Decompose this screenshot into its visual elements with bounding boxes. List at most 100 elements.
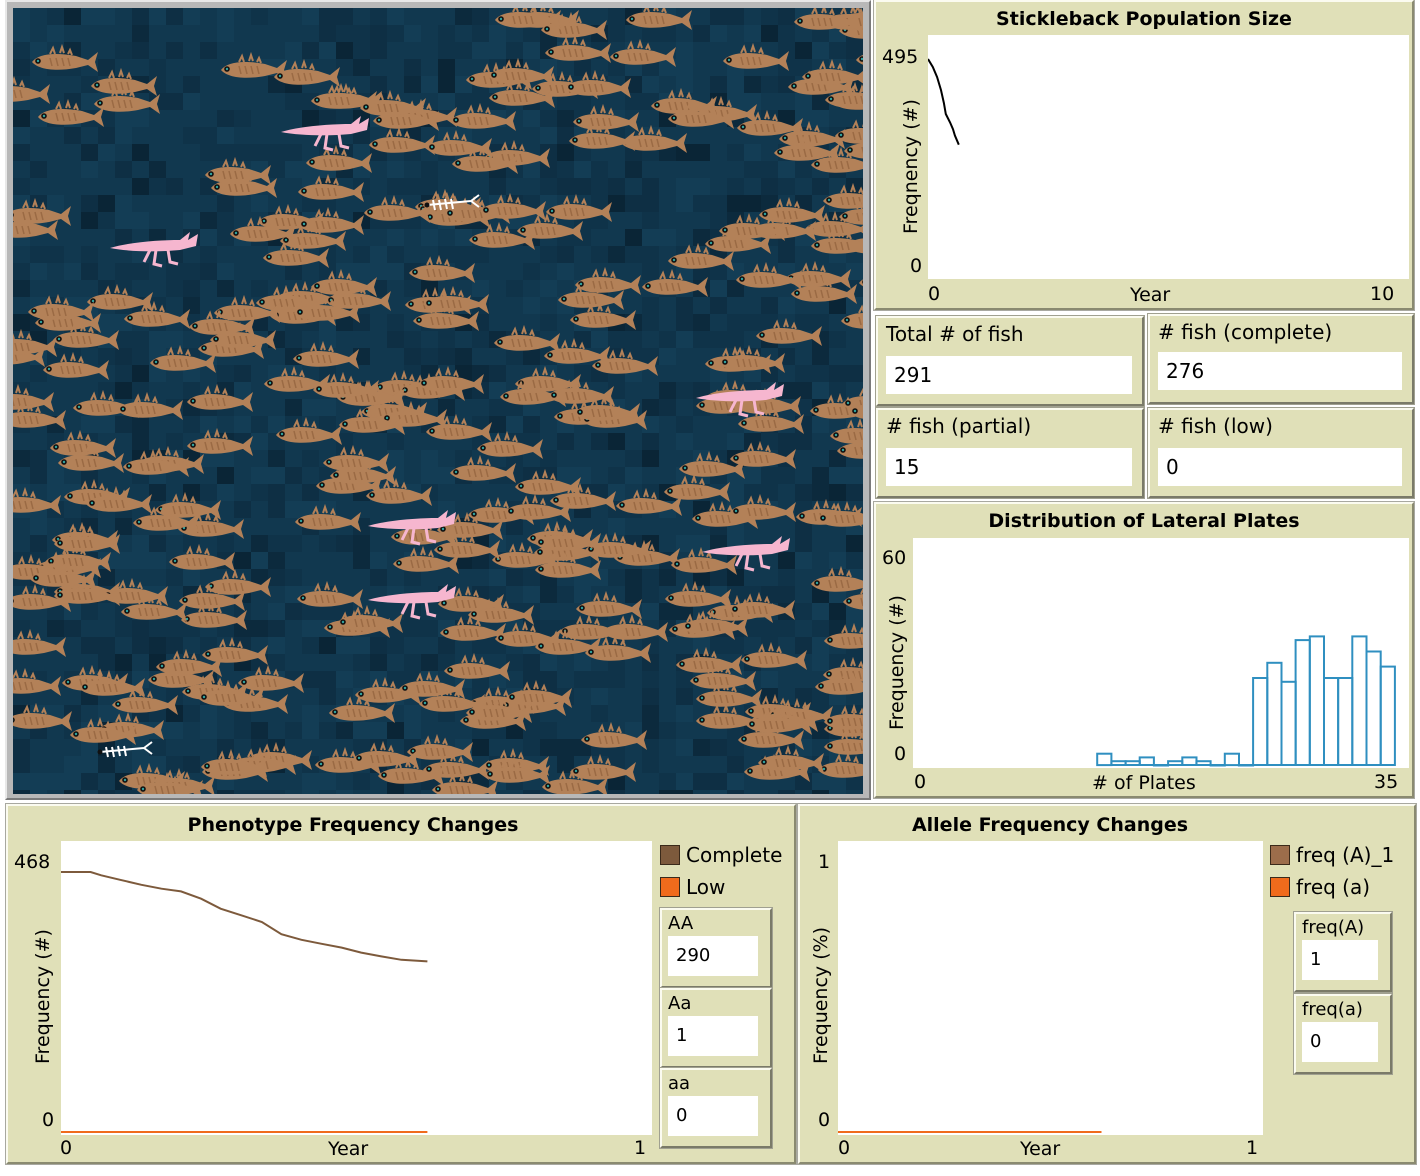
plot-title: Stickleback Population Size <box>996 8 1292 30</box>
world-view[interactable] <box>13 8 863 794</box>
histogram-bar <box>1209 764 1226 767</box>
monitor-value: 15 <box>886 448 1132 486</box>
monitor-fish-partial: # fish (partial) 15 <box>876 408 1144 498</box>
histogram-bar <box>1379 665 1396 767</box>
x-tick-min: 0 <box>914 771 927 793</box>
plates-histogram: Distribution of Lateral Plates 60 0 0 35… <box>874 502 1414 798</box>
series-line-complete <box>61 871 428 963</box>
monitor-label: freq(a) <box>1302 999 1363 1020</box>
plot-title: Distribution of Lateral Plates <box>988 510 1300 532</box>
y-tick-min: 0 <box>910 255 923 277</box>
histogram-bar <box>1138 756 1155 766</box>
histogram-bar <box>1195 760 1212 766</box>
monitor-value: 1 <box>1302 940 1378 980</box>
histogram-bar <box>1096 752 1113 767</box>
monitor-aa: aa 0 <box>660 1068 772 1148</box>
monitor-label: Aa <box>668 993 692 1014</box>
monitor-value: 0 <box>1158 448 1402 486</box>
monitor-AA: AA 290 <box>660 908 772 988</box>
legend-label: Low <box>686 875 726 899</box>
histogram-bar <box>1351 635 1368 767</box>
plot-area <box>61 841 652 1135</box>
population-plot-canvas <box>927 58 960 146</box>
legend-item-low: Low <box>660 875 725 899</box>
y-axis-label: Freqnency (#) <box>900 99 922 234</box>
monitor-fish-complete: # fish (complete) 276 <box>1148 314 1414 404</box>
histogram-bar <box>1294 639 1311 766</box>
y-tick-min: 0 <box>894 743 907 765</box>
x-tick-min: 0 <box>928 283 941 305</box>
y-tick-max: 495 <box>882 46 919 68</box>
histogram-bar <box>1223 752 1240 767</box>
allele-plot-canvas <box>838 839 1102 1133</box>
legend-swatch-low <box>660 877 680 897</box>
monitor-value: 0 <box>668 1096 758 1136</box>
allele-plot: Allele Frequency Changes 1 0 0 1 Year Fr… <box>798 804 1416 1164</box>
y-axis-label: Frequency (#) <box>886 595 908 730</box>
y-tick-min: 0 <box>818 1109 831 1131</box>
monitor-label: freq(A) <box>1302 917 1365 938</box>
monitor-value: 0 <box>1302 1022 1378 1062</box>
x-tick-max: 10 <box>1370 283 1395 305</box>
monitor-label: Total # of fish <box>886 322 1024 346</box>
histogram-bar <box>1365 650 1382 766</box>
x-tick-min: 0 <box>838 1137 851 1159</box>
histogram-bar <box>1280 680 1297 766</box>
x-axis-label: Year <box>1020 1138 1061 1160</box>
legend-swatch-complete <box>660 845 680 865</box>
legend-label: Complete <box>686 843 783 867</box>
legend-label: freq (A)_1 <box>1296 843 1395 867</box>
series-line-population <box>927 58 960 146</box>
legend-item-freq-A: freq (A)_1 <box>1270 843 1394 867</box>
y-axis-label: Frequency (#) <box>32 929 54 1064</box>
plot-area <box>838 839 1263 1135</box>
phenotype-plot-canvas <box>61 871 428 1133</box>
x-axis-label: # of Plates <box>1092 772 1196 794</box>
monitor-value: 1 <box>668 1016 758 1056</box>
histogram-bar <box>1110 760 1127 766</box>
monitor-label: aa <box>668 1073 691 1094</box>
y-tick-max: 1 <box>818 851 831 873</box>
histogram-bar <box>1152 764 1170 767</box>
population-plot: Stickleback Population Size 495 0 0 10 Y… <box>874 0 1414 310</box>
monitor-fish-low: # fish (low) 0 <box>1148 408 1414 498</box>
x-tick-min: 0 <box>60 1137 73 1159</box>
world-canvas[interactable] <box>13 8 863 794</box>
y-tick-min: 0 <box>42 1109 55 1131</box>
plot-area <box>927 35 1409 279</box>
plot-title: Phenotype Frequency Changes <box>187 814 519 836</box>
monitor-label: # fish (low) <box>1158 414 1273 438</box>
x-axis-label: Year <box>328 1138 369 1160</box>
x-tick-max: 35 <box>1374 771 1399 793</box>
monitor-label: # fish (complete) <box>1158 320 1333 344</box>
y-tick-max: 60 <box>882 547 907 569</box>
x-tick-max: 1 <box>634 1137 647 1159</box>
histogram-bar <box>1337 677 1354 766</box>
plot-area <box>913 538 1409 768</box>
histogram-bar <box>1181 756 1198 766</box>
y-axis-label: Frequency (%) <box>810 926 832 1064</box>
histogram-bar <box>1266 661 1283 766</box>
legend-item-complete: Complete <box>660 843 782 867</box>
histogram-bar <box>1237 764 1255 767</box>
histogram-bar <box>1308 635 1325 767</box>
histogram-bar <box>1252 677 1269 766</box>
monitor-label: AA <box>668 913 694 934</box>
legend-swatch-freq-a <box>1270 877 1290 897</box>
legend-label: freq (a) <box>1296 875 1371 899</box>
monitor-label: # fish (partial) <box>886 414 1032 438</box>
plates-histogram-canvas <box>1096 635 1396 767</box>
legend-item-freq-a: freq (a) <box>1270 875 1370 899</box>
legend-swatch-freq-A <box>1270 845 1290 865</box>
histogram-bar <box>1167 760 1184 766</box>
monitor-value: 290 <box>668 936 758 976</box>
world-view-frame <box>5 0 871 800</box>
monitor-freq-a: freq(a) 0 <box>1294 994 1392 1074</box>
monitor-total-fish: Total # of fish 291 <box>876 316 1144 406</box>
x-axis-label: Year <box>1130 284 1171 306</box>
y-tick-max: 468 <box>14 851 51 873</box>
plot-title: Allele Frequency Changes <box>911 814 1189 836</box>
monitor-Aa: Aa 1 <box>660 988 772 1068</box>
monitor-value: 291 <box>886 356 1132 394</box>
phenotype-plot: Phenotype Frequency Changes 468 0 0 1 Ye… <box>6 804 796 1164</box>
